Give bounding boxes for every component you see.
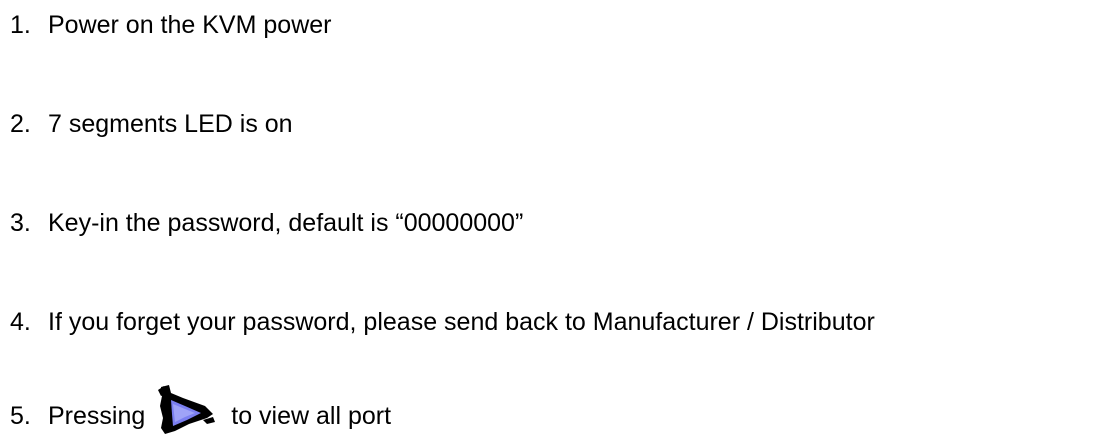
step-text: If you forget your password, please send… [48, 307, 875, 336]
step-number: 3. [10, 208, 31, 237]
step-text-after: to view all port [231, 401, 392, 430]
step-text: Key-in the password, default is “0000000… [48, 208, 524, 237]
step-number: 2. [10, 109, 31, 138]
step-text: Power on the KVM power [48, 10, 332, 39]
step-2: 2. 7 segments LED is on [10, 104, 293, 144]
step-number: 4. [10, 307, 31, 336]
step-5: 5. Pressing to view all port [10, 385, 392, 436]
step-4: 4. If you forget your password, please s… [10, 302, 875, 342]
step-number: 5. [10, 401, 31, 430]
step-1: 1. Power on the KVM power [10, 5, 331, 45]
step-3: 3. Key-in the password, default is “0000… [10, 203, 523, 243]
step-text-before: Pressing [48, 401, 146, 430]
play-arrow-icon [155, 384, 217, 436]
step-number: 1. [10, 10, 31, 39]
step-text: 7 segments LED is on [48, 109, 293, 138]
instruction-steps: 1. Power on the KVM power 2. 7 segments … [0, 0, 1118, 436]
